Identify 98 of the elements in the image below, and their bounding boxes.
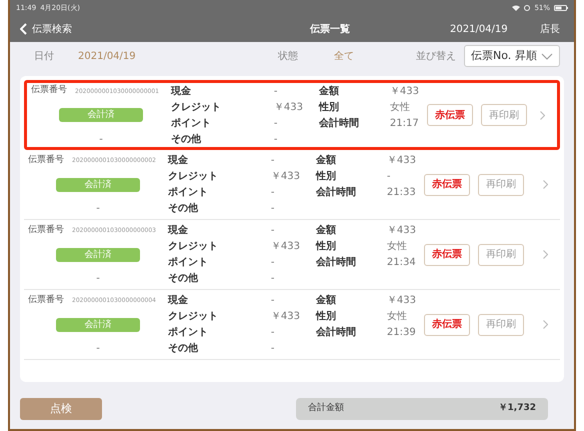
back-link[interactable]: 伝票検索 — [20, 22, 170, 36]
reprint-button[interactable]: 再印刷 — [478, 174, 524, 196]
paid-status-badge: 会計済 — [56, 248, 140, 262]
check-button[interactable]: 点検 — [20, 398, 102, 420]
detail-value: ￥433 — [386, 294, 416, 308]
wifi-icon — [512, 5, 520, 11]
payment-label: 現金 — [168, 154, 189, 168]
payment-value: - — [274, 132, 279, 146]
page-title: 伝票一覧 — [310, 22, 350, 36]
payment-value: - — [270, 202, 276, 216]
detail-value: 21:39 — [386, 326, 416, 340]
sort-dropdown[interactable]: 伝票No. 昇順 — [464, 44, 560, 68]
chevron-right-icon[interactable] — [543, 180, 548, 189]
detail-label: 会計時間 — [316, 326, 357, 340]
detail-value: 21:34 — [386, 256, 416, 270]
chevron-down-icon — [541, 52, 553, 60]
total-label: 合計金額 — [308, 402, 344, 416]
date-value[interactable]: 2021/04/19 — [78, 48, 278, 64]
payment-label: その他 — [168, 202, 199, 216]
reprint-button[interactable]: 再印刷 — [478, 244, 524, 266]
payment-label: クレジット — [171, 100, 222, 114]
note-value: - — [96, 342, 100, 356]
state-value[interactable]: 全て — [334, 48, 404, 64]
payment-label: クレジット — [168, 240, 219, 254]
paid-status-badge: 会計済 — [59, 108, 143, 122]
payment-value: - — [270, 326, 276, 340]
void-slip-button[interactable]: 赤伝票 — [427, 104, 473, 126]
note-value: - — [96, 272, 100, 286]
detail-value: 女性 — [386, 240, 408, 254]
detail-label: 性別 — [316, 310, 337, 324]
detail-value: ￥433 — [390, 84, 419, 98]
slip-number-label: 伝票番号 — [28, 294, 64, 307]
payment-value: - — [270, 186, 276, 200]
payment-value: - — [270, 294, 276, 308]
payment-label: その他 — [168, 342, 199, 356]
note-value: - — [96, 202, 100, 216]
lock-rotation-icon — [524, 5, 530, 11]
total-amount: ￥1,732 — [498, 402, 536, 416]
detail-value: ￥433 — [386, 154, 416, 168]
detail-label: 性別 — [319, 100, 340, 114]
detail-label: 性別 — [316, 240, 337, 254]
payment-value: ￥433 — [270, 310, 300, 324]
payment-label: クレジット — [168, 310, 219, 324]
sort-label: 並び替え — [416, 50, 456, 64]
void-slip-button[interactable]: 赤伝票 — [424, 314, 470, 336]
back-chevron-icon — [20, 23, 28, 35]
reprint-button[interactable]: 再印刷 — [481, 104, 527, 126]
payment-value: ￥433 — [274, 100, 303, 114]
payment-value: - — [270, 224, 276, 238]
state-label: 状態 — [278, 50, 299, 64]
detail-label: 会計時間 — [319, 116, 360, 130]
payment-value: - — [274, 116, 279, 130]
payment-value: ￥433 — [270, 240, 300, 254]
detail-value: ￥433 — [386, 224, 416, 238]
detail-value: - — [386, 170, 392, 184]
payment-label: ポイント — [168, 326, 209, 340]
payment-label: 現金 — [168, 224, 189, 238]
payment-label: その他 — [171, 132, 202, 146]
payment-label: 現金 — [171, 84, 192, 98]
detail-label: 金額 — [316, 154, 337, 168]
payment-label: 現金 — [168, 294, 189, 308]
payment-value: - — [270, 342, 276, 356]
payment-value: ￥433 — [270, 170, 300, 184]
user-role: 店長 — [540, 22, 560, 36]
detail-label: 会計時間 — [316, 256, 357, 270]
payment-label: その他 — [168, 272, 199, 286]
chevron-right-icon[interactable] — [543, 250, 548, 259]
detail-value: 21:33 — [386, 186, 416, 200]
reprint-button[interactable]: 再印刷 — [478, 314, 524, 336]
detail-label: 金額 — [316, 224, 337, 238]
battery-icon — [554, 5, 568, 11]
payment-value: - — [270, 256, 276, 270]
detail-label: 会計時間 — [316, 186, 357, 200]
payment-value: - — [270, 154, 276, 168]
detail-value: 21:17 — [390, 116, 419, 130]
payment-value: - — [270, 272, 276, 286]
payment-label: クレジット — [168, 170, 219, 184]
chevron-right-icon[interactable] — [540, 110, 545, 120]
void-slip-button[interactable]: 赤伝票 — [424, 244, 470, 266]
slip-number-label: 伝票番号 — [28, 224, 64, 237]
slip-number-label: 伝票番号 — [28, 154, 64, 167]
detail-label: 金額 — [319, 84, 340, 98]
detail-value: 女性 — [390, 100, 411, 114]
payment-label: ポイント — [171, 116, 212, 130]
payment-value: - — [274, 84, 279, 98]
payment-label: ポイント — [168, 186, 209, 200]
payment-label: ポイント — [168, 256, 209, 270]
chevron-right-icon[interactable] — [543, 320, 548, 329]
void-slip-button[interactable]: 赤伝票 — [424, 174, 470, 196]
date-label: 日付 — [34, 50, 55, 64]
paid-status-badge: 会計済 — [56, 178, 140, 192]
detail-label: 金額 — [316, 294, 337, 308]
detail-label: 性別 — [316, 170, 337, 184]
note-value: - — [99, 132, 103, 146]
detail-value: 女性 — [386, 310, 408, 324]
header-date: 2021/04/19 — [450, 22, 508, 36]
paid-status-badge: 会計済 — [56, 318, 140, 332]
slip-number-label: 伝票番号 — [31, 84, 67, 98]
